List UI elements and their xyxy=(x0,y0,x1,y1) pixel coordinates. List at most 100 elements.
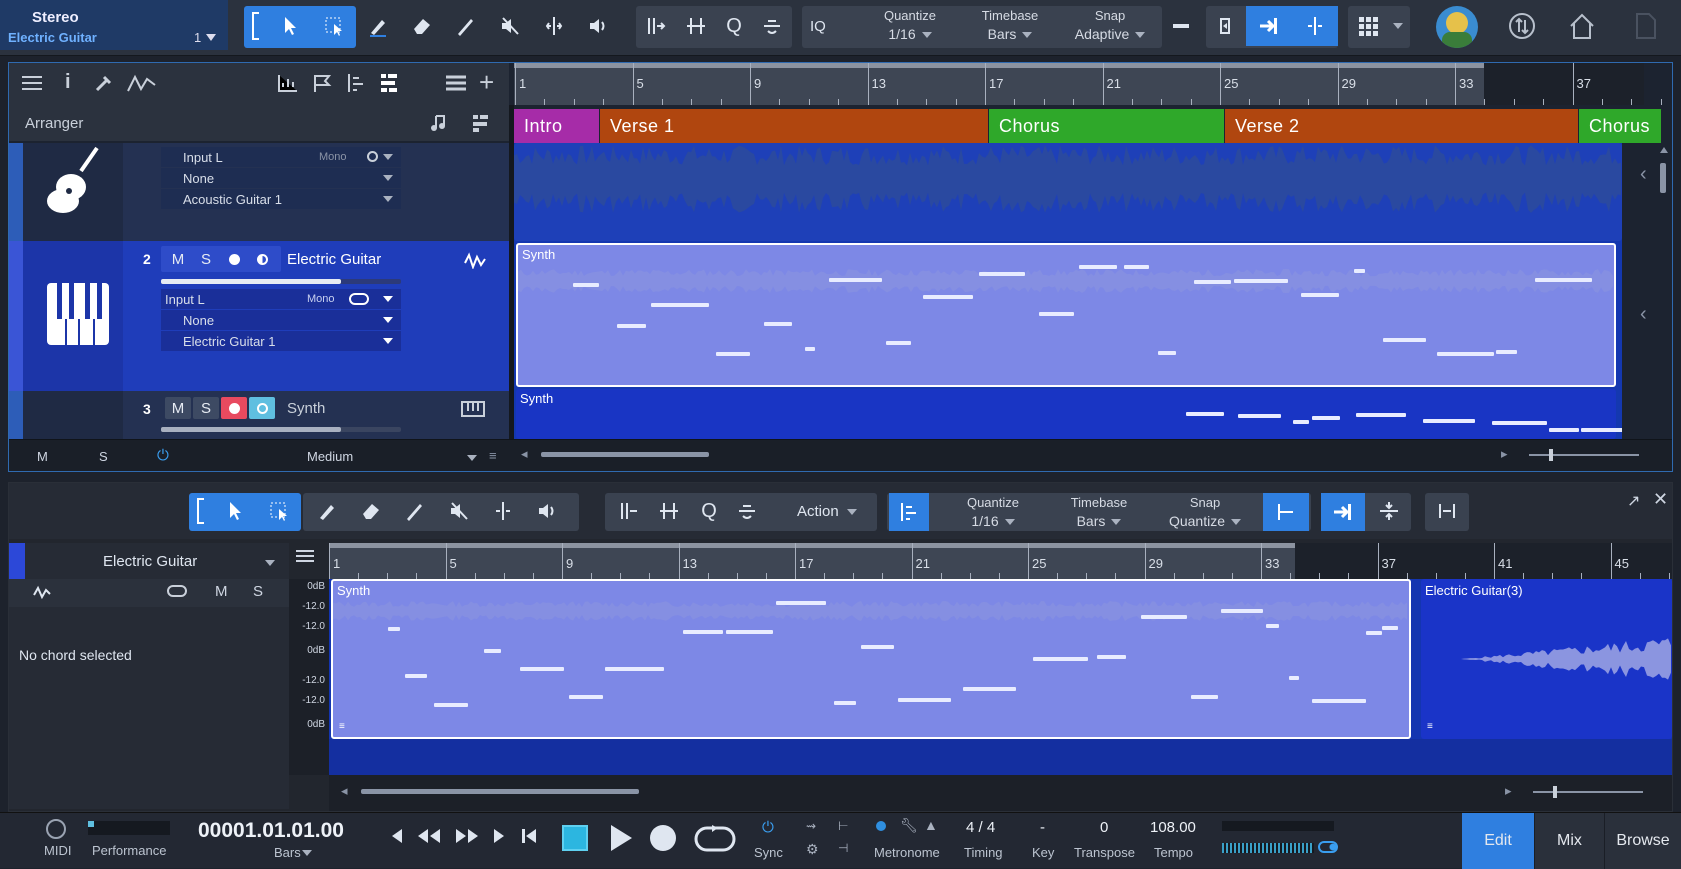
horizontal-scrollbar[interactable] xyxy=(541,452,709,457)
track-2-header[interactable]: 2 M S Electric Guitar Input L Mono None E… xyxy=(9,241,509,391)
bend-tool-icon[interactable] xyxy=(636,6,676,46)
tempo-value[interactable]: 108.00 xyxy=(1150,819,1196,836)
solo-button[interactable]: S xyxy=(253,583,263,600)
mute-tool-icon[interactable] xyxy=(488,6,532,46)
midi-note[interactable] xyxy=(388,627,400,631)
midi-note[interactable] xyxy=(405,674,427,678)
list-icon[interactable] xyxy=(295,549,315,566)
volume-slider[interactable] xyxy=(161,427,401,432)
midi-note[interactable] xyxy=(1293,420,1309,424)
midi-note[interactable] xyxy=(683,630,723,634)
midi-note[interactable] xyxy=(617,324,646,328)
arranger-section[interactable]: Intro xyxy=(514,109,599,143)
midi-note[interactable] xyxy=(1354,269,1365,273)
input-select[interactable]: Input L Mono xyxy=(161,289,401,309)
snap-select[interactable]: Snap Quantize xyxy=(1155,495,1255,529)
midi-note[interactable] xyxy=(829,278,882,282)
range-tool-icon[interactable] xyxy=(312,6,356,46)
groove-icon[interactable] xyxy=(752,6,792,46)
arranger-grid-icon[interactable] xyxy=(471,113,491,136)
loop-bracket-icon[interactable] xyxy=(189,491,213,531)
listen-tool-icon[interactable] xyxy=(525,491,569,531)
add-track-icon[interactable]: + xyxy=(479,69,494,95)
paint-tool-icon[interactable] xyxy=(356,6,400,46)
midi-note[interactable] xyxy=(1194,280,1231,284)
timebase-select[interactable]: Timebase Bars xyxy=(960,8,1060,42)
menu-icon[interactable] xyxy=(21,73,43,96)
sync-label[interactable]: Sync xyxy=(754,845,783,860)
output-select[interactable]: Acoustic Guitar 1 xyxy=(161,189,401,209)
midi-note[interactable] xyxy=(1423,419,1475,423)
scroll-left-icon[interactable]: ◂ xyxy=(521,446,528,462)
time-format-select[interactable]: Bars xyxy=(274,845,301,860)
midi-note[interactable] xyxy=(1234,279,1288,283)
mute-tool-icon[interactable] xyxy=(437,491,481,531)
arranger-section[interactable]: Verse 1 xyxy=(600,109,988,143)
toggle-icon[interactable] xyxy=(167,585,187,597)
midi-note[interactable] xyxy=(1383,338,1426,342)
list-icon[interactable] xyxy=(445,73,467,96)
midi-note[interactable] xyxy=(1186,412,1224,416)
solo-button[interactable]: S xyxy=(193,397,219,419)
scroll-right-icon[interactable]: ▸ xyxy=(1505,783,1512,799)
loop-range[interactable] xyxy=(329,543,1295,548)
tab-browse[interactable]: Browse xyxy=(1604,813,1681,869)
zoom-slider[interactable] xyxy=(1533,786,1643,798)
midi-note[interactable] xyxy=(716,352,750,356)
midi-note[interactable] xyxy=(1437,352,1494,356)
line-tool-icon[interactable] xyxy=(393,491,437,531)
record-button[interactable] xyxy=(221,397,247,419)
forward-icon[interactable] xyxy=(490,827,508,848)
midi-note[interactable] xyxy=(1158,351,1176,355)
send-select[interactable]: None xyxy=(161,310,401,330)
monitor-icon[interactable] xyxy=(367,151,378,162)
piano-icon[interactable] xyxy=(461,401,485,420)
snap-to-grid-icon[interactable] xyxy=(1321,493,1365,531)
midi-note[interactable] xyxy=(886,341,911,345)
midi-event-synth[interactable]: Synth xyxy=(516,243,1616,387)
scroll-right-icon[interactable]: ▸ xyxy=(1501,446,1508,462)
midi-note[interactable] xyxy=(520,667,564,671)
timebase-select[interactable]: Timebase Bars xyxy=(1049,495,1149,529)
midi-note[interactable] xyxy=(569,695,603,699)
info-icon[interactable]: i xyxy=(65,71,71,94)
midi-note[interactable] xyxy=(1097,655,1126,659)
snap-mode-icon[interactable] xyxy=(1263,493,1309,531)
collapse-left-icon[interactable]: ‹ xyxy=(1640,303,1647,326)
precount-icon[interactable]: ⊢ xyxy=(838,819,848,833)
key-value[interactable]: - xyxy=(1040,819,1045,836)
loop-icon[interactable] xyxy=(694,825,736,856)
mute-button[interactable]: M xyxy=(215,583,228,600)
midi-note[interactable] xyxy=(764,322,792,326)
midi-note[interactable] xyxy=(1141,615,1187,619)
toggle-icon[interactable] xyxy=(349,293,369,305)
zoom-slider[interactable] xyxy=(1529,449,1639,461)
output-select[interactable]: Electric Guitar 1 xyxy=(161,331,401,351)
mute-button[interactable]: M xyxy=(165,397,191,419)
split-tool-icon[interactable] xyxy=(532,6,576,46)
tempo-icon[interactable] xyxy=(345,72,367,97)
expand-icon[interactable]: ↗ xyxy=(1627,491,1640,511)
quantize-q-icon[interactable]: Q xyxy=(714,6,754,46)
snap-to-events-icon[interactable] xyxy=(1292,6,1338,46)
horizontal-scrollbar[interactable] xyxy=(361,789,639,794)
midi-note[interactable] xyxy=(1382,626,1398,630)
metronome-led[interactable] xyxy=(876,821,886,831)
solo-button[interactable]: S xyxy=(193,248,219,270)
midi-note[interactable] xyxy=(1079,265,1117,269)
send-select[interactable]: None xyxy=(161,168,401,188)
mute-all-button[interactable]: M xyxy=(37,449,48,464)
midi-note[interactable] xyxy=(805,347,815,351)
midi-note[interactable] xyxy=(1221,609,1263,613)
marker-flag-icon[interactable] xyxy=(311,73,333,96)
power-icon[interactable]: ⏻ xyxy=(762,819,774,836)
event-menu-icon[interactable]: ≡ xyxy=(339,721,345,732)
paint-tool-icon[interactable] xyxy=(305,491,349,531)
stop-button[interactable] xyxy=(562,825,588,851)
midi-note[interactable] xyxy=(434,703,468,707)
range-tool-icon[interactable] xyxy=(257,491,301,531)
midi-note[interactable] xyxy=(484,649,501,653)
snap-left-icon[interactable] xyxy=(1206,6,1246,46)
close-icon[interactable]: ✕ xyxy=(1653,489,1668,510)
arranger-section[interactable]: Chorus xyxy=(1579,109,1661,143)
